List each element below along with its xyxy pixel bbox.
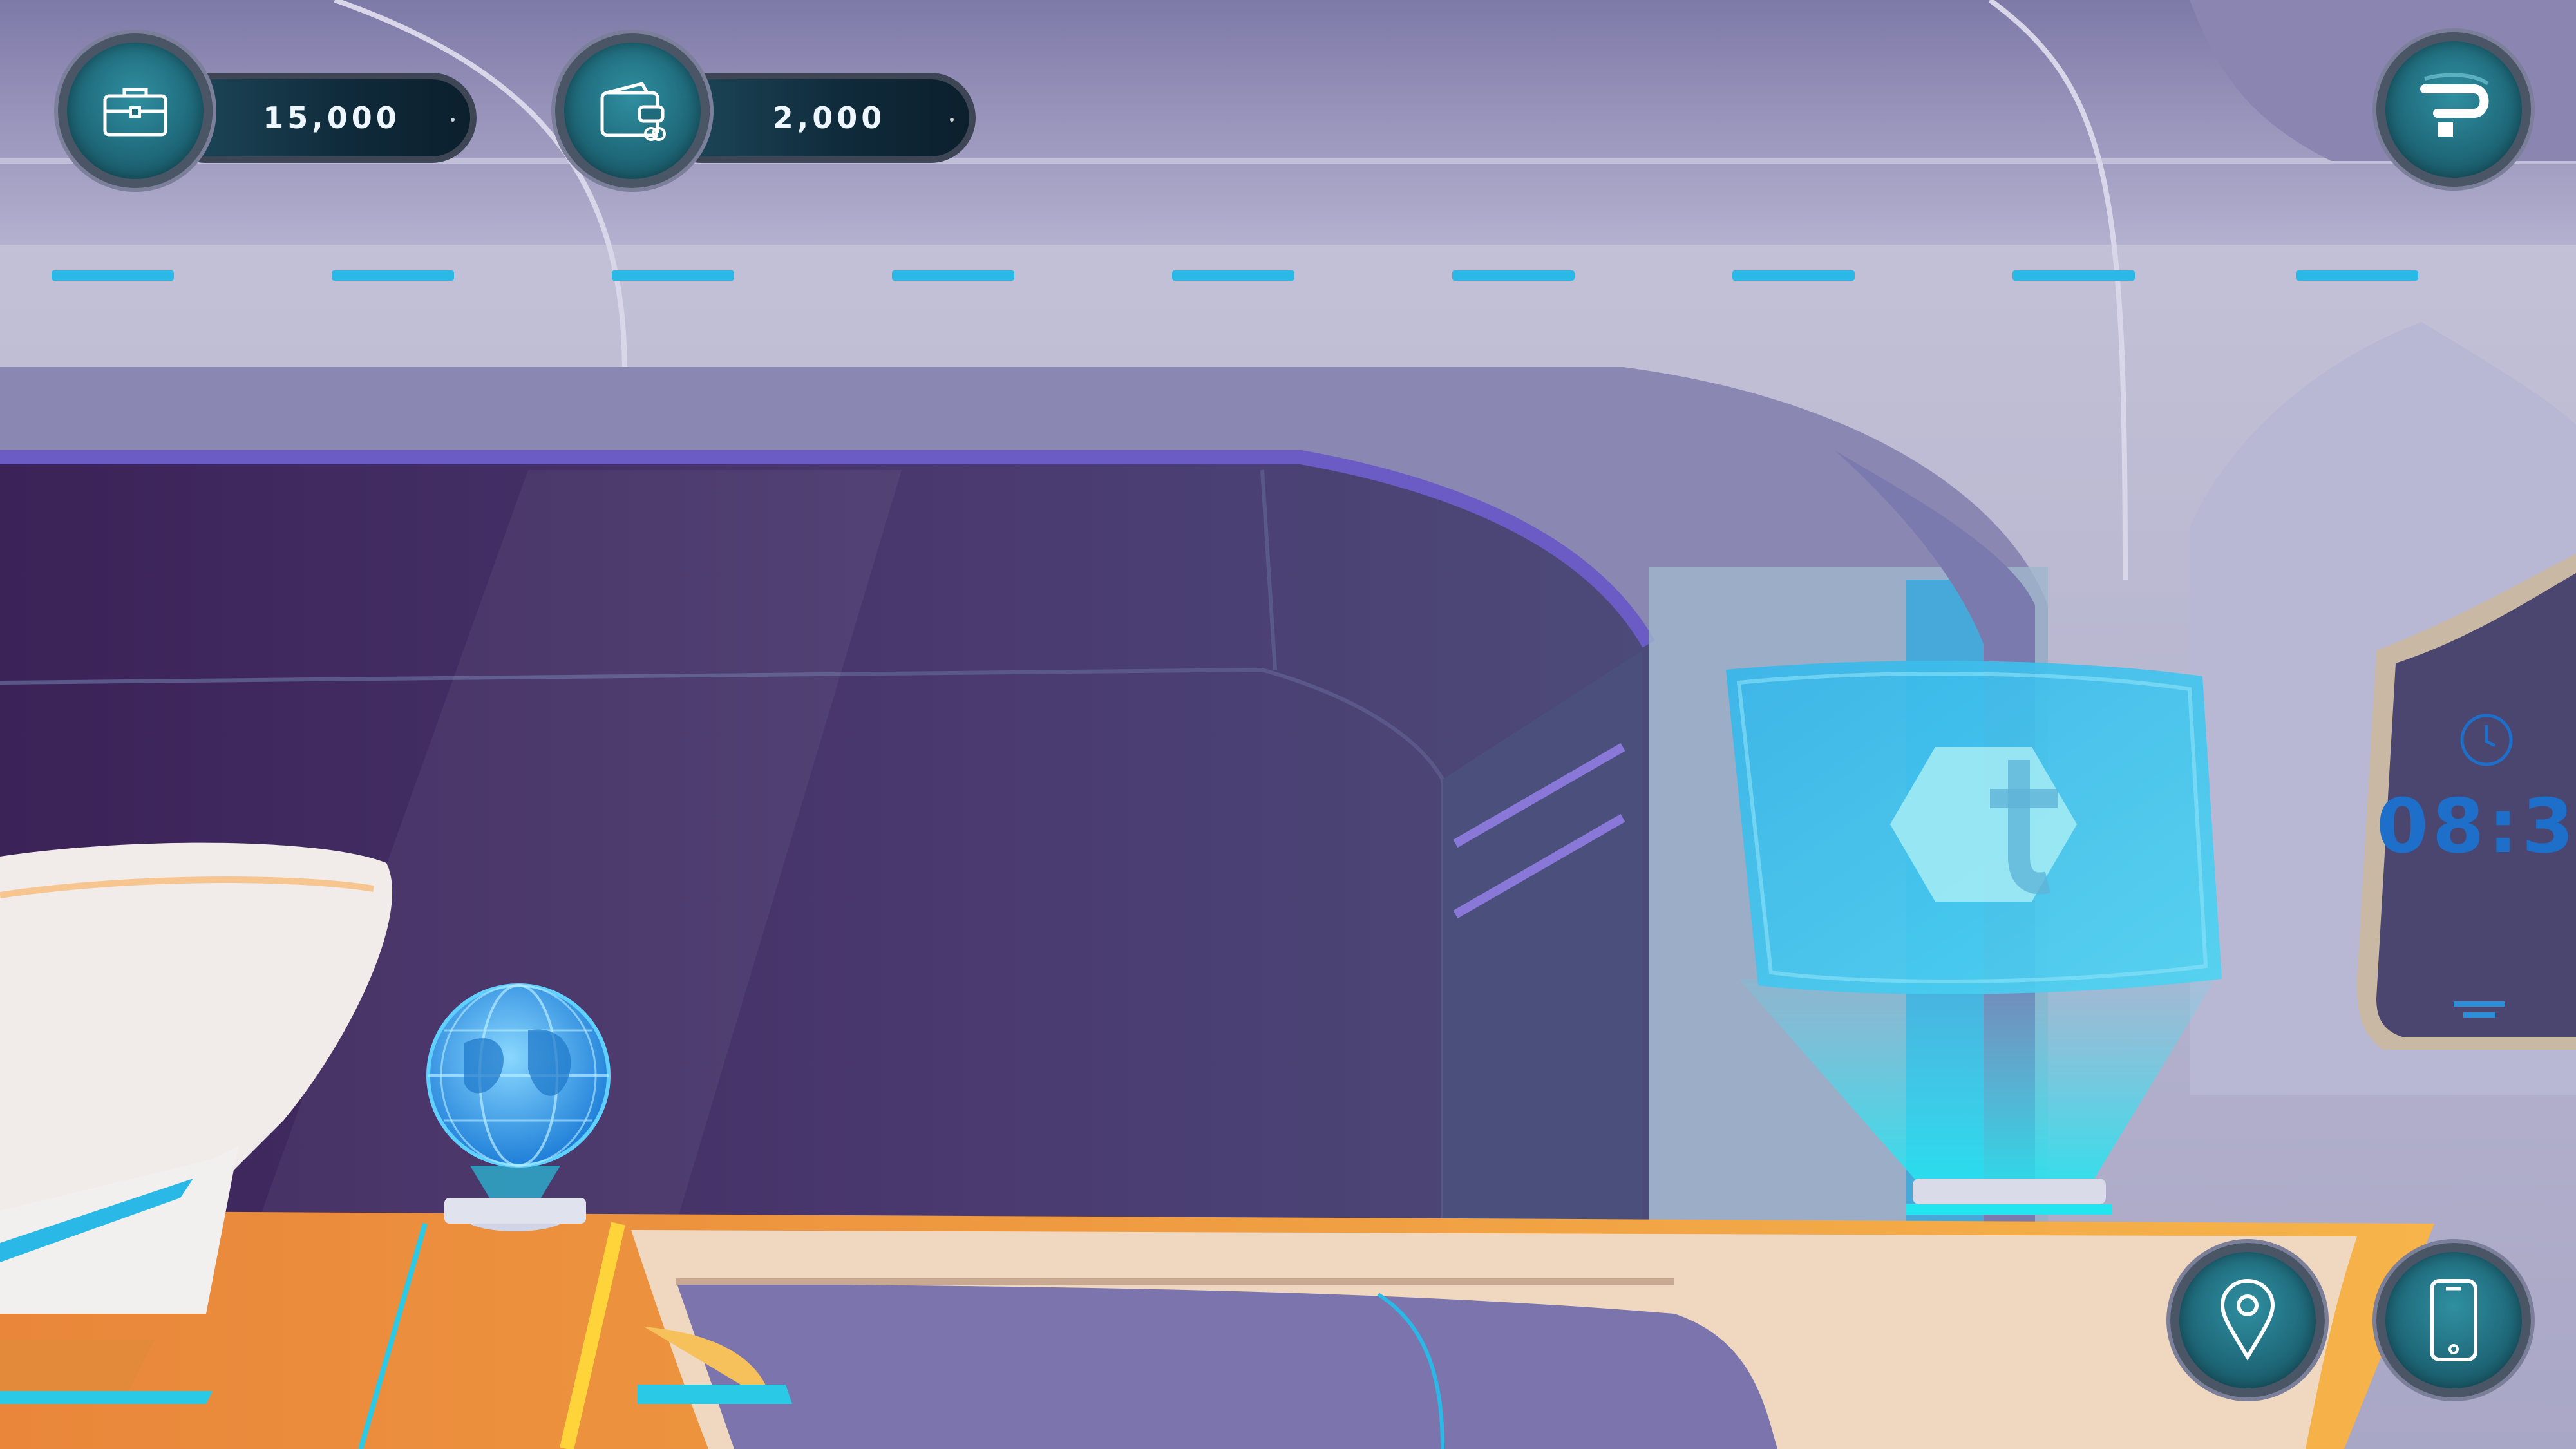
hexagon-t-logo-icon: [1887, 734, 2080, 914]
spaceship-interior-scene: 15,000 2,000 08:3: [0, 0, 2576, 1449]
briefcase-balance-value: 15,000: [263, 100, 401, 135]
wallet-icon: [564, 43, 701, 179]
map-location-button[interactable]: [2170, 1243, 2325, 1397]
background-scene: [0, 0, 2576, 1449]
briefcase-button[interactable]: [58, 33, 213, 188]
smartphone-icon: [2385, 1252, 2522, 1388]
wall-screen-time: 08:30: [2376, 783, 2576, 870]
briefcase-icon: [67, 43, 204, 179]
p-logo-icon: [2385, 41, 2522, 178]
location-pin-icon: [2179, 1252, 2316, 1388]
profile-logo-button[interactable]: [2376, 32, 2531, 187]
clock-icon: [2459, 712, 2514, 768]
wallet-button[interactable]: [555, 33, 710, 188]
phone-button[interactable]: [2376, 1243, 2531, 1397]
